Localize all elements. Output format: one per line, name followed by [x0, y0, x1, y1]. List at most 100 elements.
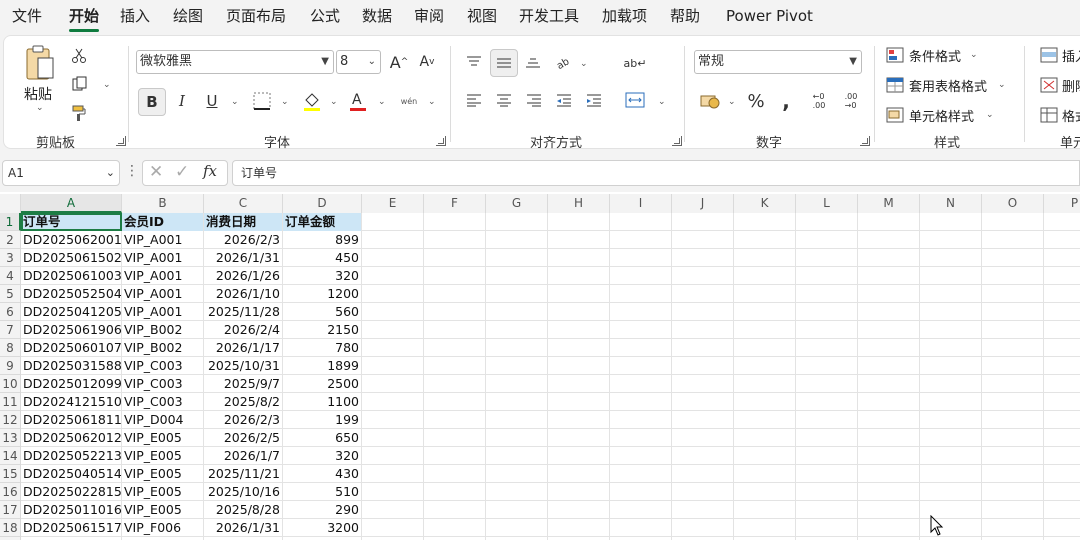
paste-dropdown-icon[interactable]: ⌄	[36, 103, 44, 113]
table-cell[interactable]: 2026/2/3	[204, 411, 282, 429]
column-header-f[interactable]: F	[424, 194, 486, 213]
column-header-j[interactable]: J	[672, 194, 734, 213]
tab-addins[interactable]: 加载项	[602, 6, 647, 26]
increase-decimal-icon[interactable]: ←0.00	[806, 88, 832, 114]
table-cell[interactable]: DD2025061811	[21, 411, 121, 429]
decrease-indent-icon[interactable]	[552, 88, 576, 112]
clipboard-launcher-icon[interactable]	[116, 136, 126, 146]
table-cell[interactable]: 320	[283, 267, 361, 285]
tab-page-layout[interactable]: 页面布局	[226, 6, 286, 26]
table-cell[interactable]: 2025/8/28	[204, 501, 282, 519]
align-right-icon[interactable]	[522, 88, 546, 112]
table-cell[interactable]: DD2025060107	[21, 339, 121, 357]
chevron-down-icon[interactable]: ⌄	[106, 161, 115, 185]
row-header-8[interactable]: 8	[0, 339, 21, 357]
table-cell[interactable]: VIP_E005	[122, 465, 203, 483]
column-header-i[interactable]: I	[610, 194, 672, 213]
table-cell[interactable]: 2026/2/5	[204, 429, 282, 447]
table-cell[interactable]: 450	[283, 249, 361, 267]
cell-styles-icon[interactable]	[884, 104, 906, 126]
table-cell[interactable]: DD2025022815	[21, 483, 121, 501]
name-box[interactable]: A1 ⌄	[2, 160, 120, 186]
font-name-combo[interactable]: 微软雅黑 ▼	[136, 50, 334, 74]
font-color-icon[interactable]: A	[346, 88, 370, 114]
column-header-o[interactable]: O	[982, 194, 1044, 213]
font-launcher-icon[interactable]	[436, 136, 446, 146]
table-cell[interactable]: 2025/10/31	[204, 357, 282, 375]
table-cell[interactable]: 2025/8/2	[204, 393, 282, 411]
paste-icon[interactable]	[22, 42, 58, 84]
table-cell[interactable]: 430	[283, 465, 361, 483]
comma-style-icon[interactable]: ,	[776, 88, 796, 114]
conditional-format-icon[interactable]	[884, 44, 906, 66]
table-cell[interactable]: VIP_B002	[122, 321, 203, 339]
increase-font-icon[interactable]: A ^	[387, 50, 411, 74]
fill-dropdown-icon[interactable]: ⌄	[330, 97, 338, 107]
table-cell[interactable]: 290	[283, 501, 361, 519]
column-header-a[interactable]: A	[21, 194, 122, 213]
font-size-combo[interactable]: 8 ⌄	[336, 50, 381, 74]
table-cell[interactable]: 899	[283, 231, 361, 249]
row-header-1[interactable]: 1	[0, 213, 21, 231]
delete-cells-label[interactable]: 删除	[1062, 76, 1080, 95]
tab-file[interactable]: 文件	[12, 6, 42, 26]
table-cell[interactable]: DD2025062001	[21, 231, 121, 249]
column-header-n[interactable]: N	[920, 194, 982, 213]
table-cell[interactable]: VIP_D004	[122, 411, 203, 429]
table-cell[interactable]: DD2025031588	[21, 357, 121, 375]
row-header-10[interactable]: 10	[0, 375, 21, 393]
table-cell[interactable]: 650	[283, 429, 361, 447]
phonetic-dropdown-icon[interactable]: ⌄	[428, 97, 436, 107]
row-header-5[interactable]: 5	[0, 285, 21, 303]
column-header-b[interactable]: B	[122, 194, 204, 213]
table-cell[interactable]: 2025/11/28	[204, 303, 282, 321]
table-cell[interactable]: 2500	[283, 375, 361, 393]
number-launcher-icon[interactable]	[860, 136, 870, 146]
table-cell[interactable]: VIP_C003	[122, 357, 203, 375]
more-options-icon[interactable]: ⋮	[125, 163, 139, 179]
row-header-11[interactable]: 11	[0, 393, 21, 411]
insert-cells-label[interactable]: 插入	[1062, 46, 1080, 65]
table-cell[interactable]: 2025/10/16	[204, 483, 282, 501]
cell-styles-label[interactable]: 单元格样式	[909, 106, 974, 125]
orientation-icon[interactable]: ab	[552, 50, 576, 74]
border-dropdown-icon[interactable]: ⌄	[281, 97, 289, 107]
wrap-text-icon[interactable]: ab↵	[622, 50, 648, 76]
conditional-dropdown-icon[interactable]: ⌄	[970, 50, 978, 60]
copy-dropdown-icon[interactable]: ⌄	[103, 80, 111, 90]
row-header-9[interactable]: 9	[0, 357, 21, 375]
chevron-down-icon[interactable]: ▼	[321, 51, 329, 73]
table-cell[interactable]: 2026/1/7	[204, 447, 282, 465]
tab-insert[interactable]: 插入	[120, 6, 150, 26]
table-cell[interactable]: VIP_E005	[122, 483, 203, 501]
decrease-font-icon[interactable]: Av	[415, 50, 439, 74]
row-header-12[interactable]: 12	[0, 411, 21, 429]
row-header-7[interactable]: 7	[0, 321, 21, 339]
align-top-icon[interactable]	[462, 50, 486, 74]
row-header-3[interactable]: 3	[0, 249, 21, 267]
format-as-table-icon[interactable]	[884, 74, 906, 96]
tab-help[interactable]: 帮助	[670, 6, 700, 26]
insert-function-icon[interactable]: fx	[203, 162, 217, 180]
column-header-c[interactable]: C	[204, 194, 283, 213]
table-format-dropdown-icon[interactable]: ⌄	[998, 80, 1006, 90]
format-cells-label[interactable]: 格式	[1062, 106, 1080, 125]
column-header-e[interactable]: E	[362, 194, 424, 213]
table-cell[interactable]: 560	[283, 303, 361, 321]
table-cell[interactable]: DD2025040514	[21, 465, 121, 483]
table-cell[interactable]: VIP_C003	[122, 375, 203, 393]
tab-home[interactable]: 开始	[69, 6, 99, 26]
number-format-combo[interactable]: 常规 ▼	[694, 50, 862, 74]
table-cell[interactable]: DD2025011016	[21, 501, 121, 519]
format-cells-icon[interactable]	[1038, 104, 1060, 126]
tab-formulas[interactable]: 公式	[310, 6, 340, 26]
accounting-format-icon[interactable]	[698, 90, 722, 112]
table-cell[interactable]: 2025/11/21	[204, 465, 282, 483]
table-cell[interactable]: VIP_B002	[122, 339, 203, 357]
row-header-18[interactable]: 18	[0, 519, 21, 537]
accounting-dropdown-icon[interactable]: ⌄	[728, 97, 736, 107]
row-header-2[interactable]: 2	[0, 231, 21, 249]
format-as-table-label[interactable]: 套用表格格式	[909, 76, 987, 95]
cut-icon[interactable]	[68, 46, 90, 66]
table-cell[interactable]: VIP_F006	[122, 519, 203, 537]
